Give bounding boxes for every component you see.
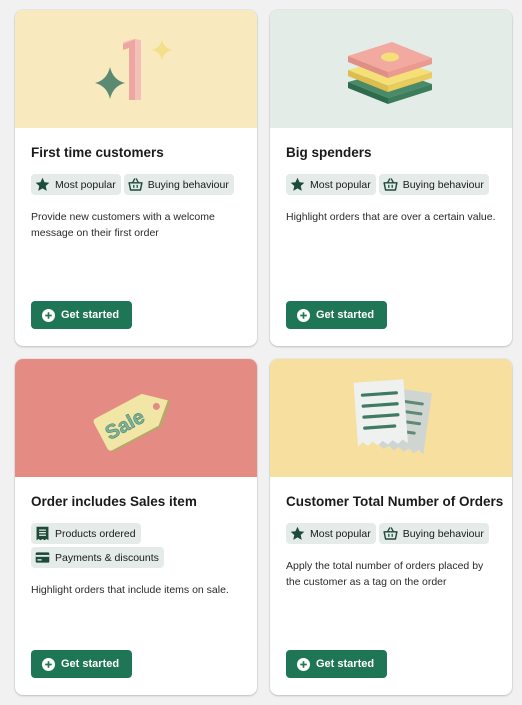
tag-most-popular: Most popular [286, 523, 376, 544]
get-started-button[interactable]: Get started [31, 301, 133, 329]
tag-label: Most popular [55, 178, 116, 191]
button-label: Get started [61, 309, 120, 321]
get-started-button[interactable]: Get started [31, 650, 133, 678]
button-label: Get started [316, 658, 375, 670]
card-hero-image [15, 10, 257, 128]
card-title: Customer Total Number of Orders [286, 494, 504, 509]
card-description: Apply the total number of orders placed … [286, 560, 484, 588]
plus-circle-icon [42, 308, 55, 322]
tag-list: Most popular Buying behaviour [286, 523, 496, 544]
card-hero-image: Sale [15, 359, 257, 477]
tag-label: Buying behaviour [402, 178, 484, 191]
plus-circle-icon [42, 657, 55, 671]
card-description: Highlight orders that are over a certain… [286, 211, 496, 223]
card-description: Provide new customers with a welcome mes… [31, 211, 215, 239]
tag-buying-behaviour: Buying behaviour [378, 174, 489, 195]
button-label: Get started [316, 309, 375, 321]
tag-label: Products ordered [55, 527, 136, 540]
star-icon [290, 177, 305, 191]
tag-label: Payments & discounts [55, 551, 159, 564]
tag-most-popular: Most popular [286, 174, 376, 195]
tag-payments-discounts: Payments & discounts [31, 547, 164, 568]
tag-buying-behaviour: Buying behaviour [378, 523, 489, 544]
card-title: Order includes Sales item [31, 494, 197, 509]
tag-products-ordered: Products ordered [31, 523, 141, 544]
receipts-icon [353, 379, 432, 455]
money-stack-icon [348, 42, 432, 104]
get-started-button[interactable]: Get started [286, 301, 388, 329]
tag-list: Most popular Buying behaviour [31, 174, 241, 195]
template-card-order-includes-sales-item: Sale Order includes Sales item Products … [15, 359, 257, 695]
shopping-basket-icon [383, 527, 398, 540]
credit-card-icon [35, 552, 50, 563]
card-hero-image [270, 359, 512, 477]
tag-list: Most popular Buying behaviour [286, 174, 496, 195]
star-icon [35, 177, 50, 191]
template-card-big-spenders: Big spenders Most popular Buying behavio… [270, 10, 512, 346]
plus-circle-icon [297, 657, 310, 671]
tag-label: Buying behaviour [402, 527, 484, 540]
get-started-button[interactable]: Get started [286, 650, 388, 678]
tag-label: Buying behaviour [147, 178, 229, 191]
template-card-first-time-customers: First time customers Most popular Buying… [15, 10, 257, 346]
button-label: Get started [61, 658, 120, 670]
plus-circle-icon [297, 308, 310, 322]
card-hero-image [270, 10, 512, 128]
tag-label: Most popular [310, 178, 371, 191]
tag-label: Most popular [310, 527, 371, 540]
receipt-icon [36, 526, 49, 541]
shopping-basket-icon [128, 178, 143, 191]
card-title: First time customers [31, 145, 164, 160]
tag-list: Products ordered Payments & discounts [31, 523, 241, 568]
tag-buying-behaviour: Buying behaviour [123, 174, 234, 195]
star-icon [290, 526, 305, 540]
template-card-customer-total-orders: Customer Total Number of Orders Most pop… [270, 359, 512, 695]
shopping-basket-icon [383, 178, 398, 191]
tag-most-popular: Most popular [31, 174, 121, 195]
card-title: Big spenders [286, 145, 372, 160]
sparkle-number-one-icon [95, 39, 172, 100]
card-description: Highlight orders that include items on s… [31, 584, 229, 596]
sale-tag-icon: Sale [93, 393, 171, 452]
